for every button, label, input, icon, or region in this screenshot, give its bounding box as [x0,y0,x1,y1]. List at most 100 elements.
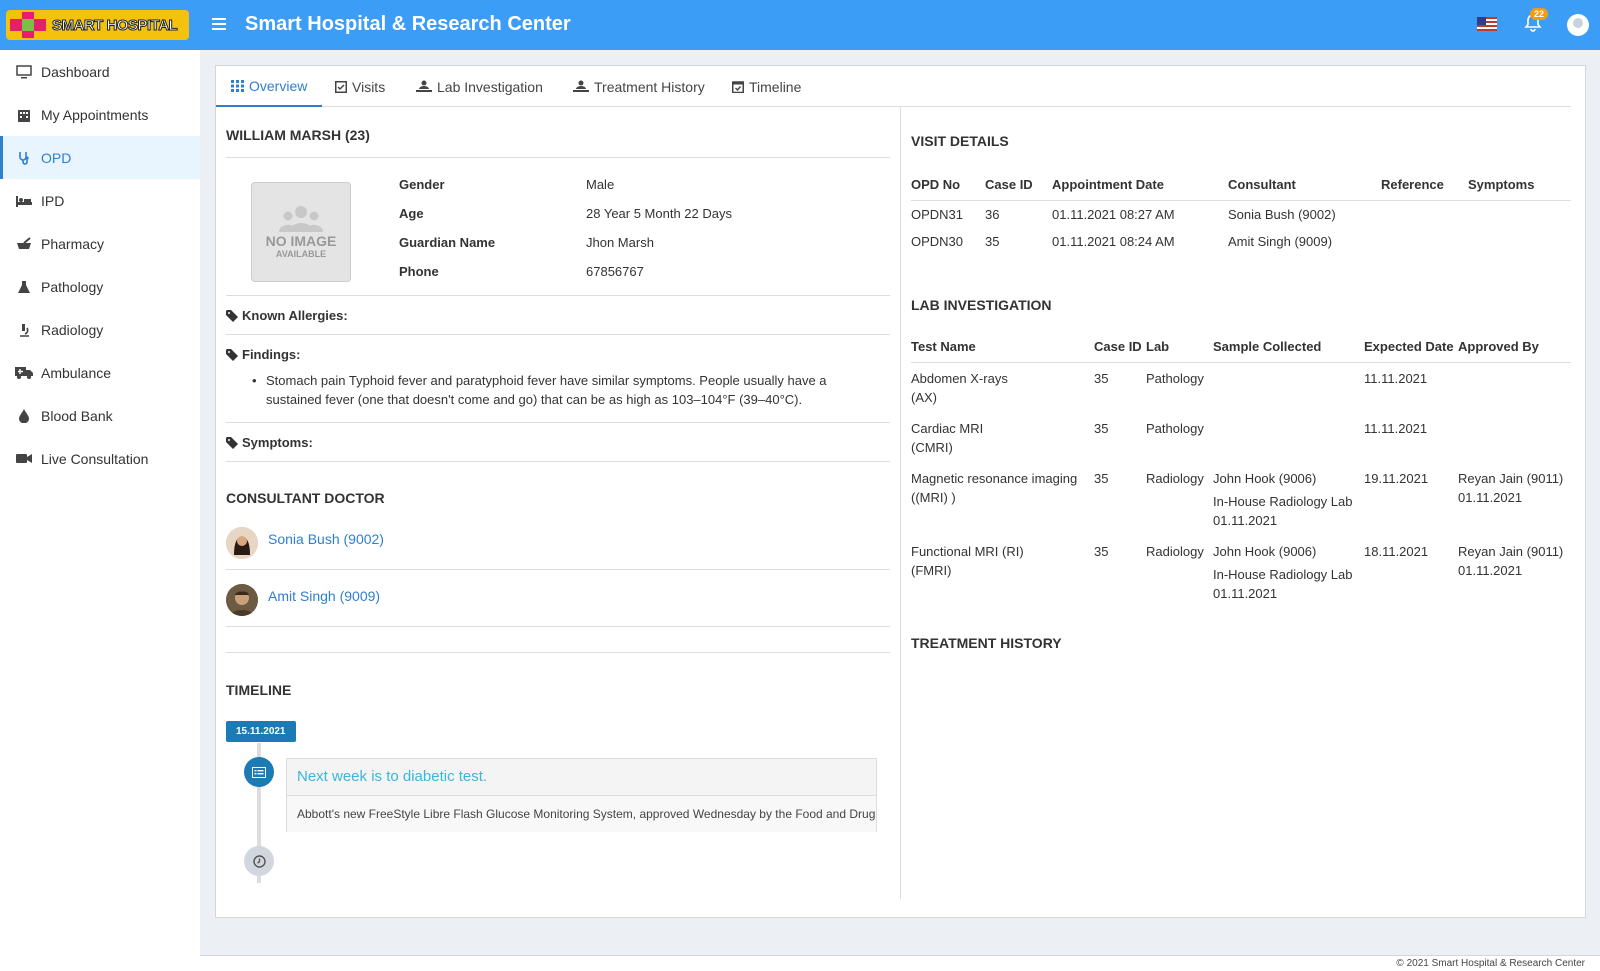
building-icon [15,107,33,123]
tab-label: Timeline [749,78,802,95]
sidebar-item-label: Radiology [41,321,104,338]
treatment-history-title: TREATMENT HISTORY [911,635,1062,651]
divider [226,569,890,570]
tab-bar: Overview Visits Lab Investigation Treatm… [216,66,1571,107]
tab-visits[interactable]: Visits [335,66,385,107]
case-id-cell: 36 [985,206,1000,222]
sidebar-item-ambulance[interactable]: Ambulance [0,351,200,394]
divider [226,422,890,423]
user-avatar[interactable] [1567,14,1589,36]
column-header: Appointment Date [1052,160,1228,201]
sidebar-item-dashboard[interactable]: Dashboard [0,50,200,93]
app-logo[interactable]: SMART HOSPITAL [6,10,189,40]
patient-overview-panel: Overview Visits Lab Investigation Treatm… [215,65,1586,918]
table-row[interactable]: OPDN31 36 01.11.2021 08:27 AM Sonia Bush… [911,200,1571,228]
symptoms-cell [1468,200,1571,228]
appointment-date-cell: 01.11.2021 08:24 AM [1052,234,1175,249]
sample-collected-cell: John Hook (9006) In-House Radiology Lab 01… [1213,536,1364,609]
approved-by-cell [1458,413,1571,463]
table-header-row: OPD No Case ID Appointment Date Consulta… [911,160,1571,201]
sidebar-item-label: Ambulance [41,364,112,381]
consultant-cell: Amit Singh (9009) [1228,234,1333,249]
notification-badge: 22 [1530,8,1549,20]
column-header: Consultant [1228,160,1381,201]
tab-treatment-history[interactable]: Treatment History [573,66,705,107]
stethoscope-icon [15,150,33,166]
menu-toggle-icon[interactable] [212,14,226,35]
timeline-date-badge: 15.11.2021 [226,721,296,742]
sidebar-item-live-consultation[interactable]: Live Consultation [0,437,200,480]
column-header: Approved By [1458,322,1571,363]
appointment-date-cell: 01.11.2021 08:27 AM [1052,206,1175,222]
sidebar-item-radiology[interactable]: Radiology [0,308,200,351]
doctor-avatar [226,527,258,559]
table-row[interactable]: Functional MRI (RI) (FMRI) 35 Radiology J… [911,536,1571,609]
divider [226,626,890,627]
tag-icon [226,309,238,322]
table-row[interactable]: Cardiac MRI (CMRI) 35 Pathology 11.11.202… [911,413,1571,463]
test-short-name: (FMRI) [911,562,952,578]
column-header: Sample Collected [1213,322,1364,363]
phone-value: 67856767 [586,264,644,279]
gender-label: Gender [399,177,445,192]
reference-cell [1381,200,1468,228]
sidebar-item-ipd[interactable]: IPD [0,179,200,222]
table-row[interactable]: Magnetic resonance imaging ((MRI) ) 35 Ra… [911,463,1571,536]
case-id-cell: 35 [1094,420,1109,436]
symptoms-label: Symptoms: [242,435,313,450]
column-header: Case ID [1094,322,1146,363]
sidebar-item-blood-bank[interactable]: Blood Bank [0,394,200,437]
symptoms-heading: Symptoms: [226,435,313,450]
findings-heading: Findings: [226,347,301,362]
no-image-subtext: AVAILABLE [275,249,327,259]
consultant-cell: Sonia Bush (9002) [1228,206,1336,222]
table-header-row: Test Name Case ID Lab Sample Collected E… [911,322,1571,363]
mortar-pestle-icon [15,236,33,252]
collected-date: 01.11.2021 [1213,512,1278,528]
divider [226,334,890,335]
collected-by: John Hook (9006) [1213,543,1317,559]
sidebar-item-label: Pharmacy [41,235,105,252]
sidebar-item-label: OPD [41,149,72,166]
video-icon [15,451,33,467]
sample-collected-cell [1213,362,1364,413]
divider [226,295,890,296]
grid-icon [231,79,244,92]
timeline-entry-card: Next week is to diabetic test. Abbott's … [286,758,877,832]
us-flag-icon[interactable] [1477,17,1497,31]
table-row[interactable]: Abdomen X-rays (AX) 35 Pathology 11.11.20… [911,362,1571,413]
sidebar-item-label: IPD [41,192,65,209]
doctor-avatar [226,584,258,616]
flask-icon [15,279,33,295]
sidebar-item-pathology[interactable]: Pathology [0,265,200,308]
timeline-entry-body: Abbott's new FreeStyle Libre Flash Gluco… [287,796,876,832]
opd-no-cell: OPDN31 [911,206,964,222]
bed-icon [15,193,33,209]
test-short-name: (CMRI) [911,439,953,455]
doctor-name-link[interactable]: Amit Singh (9009) [268,588,380,604]
lab-investigation-title: LAB INVESTIGATION [911,297,1052,313]
visit-details-table: OPD No Case ID Appointment Date Consulta… [911,160,1571,256]
findings-label: Findings: [242,347,301,362]
expected-date-cell: 11.11.2021 [1364,420,1428,436]
tab-label: Lab Investigation [437,78,543,95]
doctor-name-link[interactable]: Sonia Bush (9002) [268,531,384,547]
sidebar-item-opd[interactable]: OPD [0,136,200,179]
lab-cell: Radiology [1146,543,1204,559]
table-row[interactable]: OPDN30 35 01.11.2021 08:24 AM Amit Singh… [911,228,1571,256]
tab-timeline[interactable]: Timeline [732,66,801,107]
collected-date: 01.11.2021 [1213,585,1278,601]
approved-date: 01.11.2021 [1458,562,1523,578]
patient-photo-placeholder: NO IMAGE AVAILABLE [251,182,351,282]
sidebar-item-my-appointments[interactable]: My Appointments [0,93,200,136]
test-name: Abdomen X-rays [911,370,1008,386]
test-short-name: ((MRI) ) [911,489,956,505]
guardian-label: Guardian Name [399,235,496,250]
tab-overview[interactable]: Overview [216,66,323,107]
tab-lab-investigation[interactable]: Lab Investigation [416,66,543,107]
known-allergies-label: Known Allergies: [242,308,348,323]
ambulance-icon [15,365,33,381]
consultant-doctor-title: CONSULTANT DOCTOR [226,490,385,506]
sidebar-item-pharmacy[interactable]: Pharmacy [0,222,200,265]
age-label: Age [399,206,424,221]
